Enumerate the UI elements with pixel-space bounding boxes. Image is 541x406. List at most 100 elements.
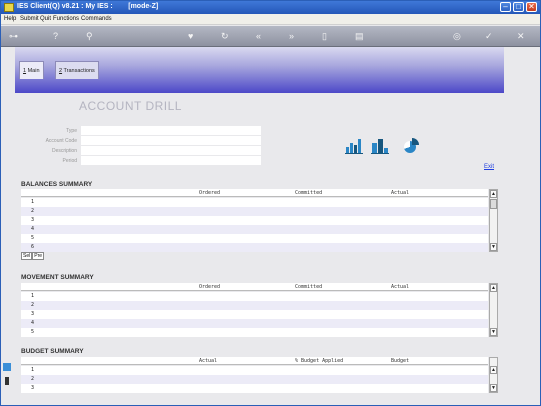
exit-link[interactable]: Exit	[484, 164, 494, 170]
balances-vertical-scrollbar[interactable]: ▲ ▼	[489, 189, 498, 252]
table-row[interactable]: 2	[21, 207, 488, 216]
scroll-down-icon[interactable]: ▼	[490, 328, 497, 336]
table-row[interactable]: 4	[21, 225, 488, 234]
table-row[interactable]: 1	[21, 292, 488, 301]
title-bar: IES Client(Q) v8.21 : My IES : [mode-Z] …	[1, 1, 540, 14]
column-actual: Actual	[391, 190, 410, 196]
table-row[interactable]: 6	[21, 243, 488, 252]
table-row[interactable]: 1	[21, 366, 488, 375]
movement-grid-header: Ordered Committed Actual	[21, 283, 488, 291]
app-window: IES Client(Q) v8.21 : My IES : [mode-Z] …	[0, 0, 541, 406]
minimize-button[interactable]: –	[500, 2, 511, 12]
window-title: IES Client(Q) v8.21 : My IES : [mode-Z]	[17, 3, 159, 10]
row-number: 4	[31, 320, 35, 326]
scroll-down-icon[interactable]: ▼	[490, 384, 497, 392]
period-field[interactable]	[81, 156, 261, 165]
budget-grid-header: Actual % Budget Applied Budget	[21, 357, 488, 365]
budget-summary-title: BUDGET SUMMARY	[21, 348, 84, 355]
table-row[interactable]: 5	[21, 328, 488, 337]
menu-quit[interactable]: Quit	[40, 16, 51, 22]
row-number: 5	[31, 235, 35, 241]
scroll-thumb[interactable]	[490, 199, 497, 209]
tab-main-label: Main	[26, 68, 40, 74]
row-number: 1	[31, 199, 35, 205]
status-indicator-icon	[3, 363, 11, 371]
key-icon[interactable]: ⊶	[9, 31, 18, 41]
row-number: 3	[31, 311, 35, 317]
account-code-label: Account Code	[45, 138, 77, 144]
menu-functions[interactable]: Functions	[53, 16, 79, 22]
back-icon[interactable]: «	[256, 31, 261, 41]
column-budget: Budget	[391, 358, 410, 364]
list-icon[interactable]: ▤	[355, 31, 364, 41]
column-committed: Committed	[295, 190, 323, 196]
column-ordered: Ordered	[199, 190, 221, 196]
table-row[interactable]: 4	[21, 319, 488, 328]
tab-main[interactable]: 1 Main	[19, 61, 44, 79]
page-title: ACCOUNT DRILL	[79, 99, 182, 113]
column-ordered: Ordered	[199, 284, 221, 290]
refresh-icon[interactable]: ↻	[221, 31, 229, 41]
confirm-icon[interactable]: ✓	[485, 31, 493, 41]
budget-vertical-scrollbar[interactable]: ▲ ▼	[489, 357, 498, 393]
menu-help[interactable]: Help	[4, 16, 16, 22]
bar-chart-icon[interactable]	[345, 138, 363, 154]
scroll-down-icon[interactable]: ▼	[490, 243, 497, 251]
column-chart-icon[interactable]	[371, 138, 389, 154]
scroll-up-icon[interactable]: ▲	[490, 366, 497, 374]
column-committed: Committed	[295, 284, 323, 290]
toolbar: ⊶ ? ⚲ ♥ ↻ « » ▯ ▤ ◎ ✓ ✕	[1, 26, 540, 47]
close-button[interactable]: ✕	[526, 2, 537, 12]
row-number: 1	[31, 293, 35, 299]
column-actual: Actual	[391, 284, 410, 290]
search-icon[interactable]: ⚲	[86, 31, 93, 41]
forward-icon[interactable]: »	[289, 31, 294, 41]
table-row[interactable]: 2	[21, 301, 488, 310]
description-field[interactable]	[81, 146, 261, 155]
row-number: 2	[31, 208, 35, 214]
table-row[interactable]: 2	[21, 375, 488, 384]
main-content: ACCOUNT DRILL Type Account Code Descript…	[15, 93, 504, 403]
column-actual: Actual	[199, 358, 218, 364]
table-row[interactable]: 1	[21, 198, 488, 207]
favorite-icon[interactable]: ♥	[188, 31, 193, 41]
movement-summary-title: MOVEMENT SUMMARY	[21, 274, 94, 281]
row-number: 2	[31, 302, 35, 308]
maximize-button[interactable]: □	[513, 2, 524, 12]
table-row[interactable]: 3	[21, 216, 488, 225]
cancel-icon[interactable]: ✕	[517, 31, 525, 41]
menu-bar: Help Submit Quit Functions Commands	[1, 14, 540, 25]
row-number: 4	[31, 226, 35, 232]
description-label: Description	[51, 148, 77, 154]
table-row[interactable]: 3	[21, 384, 488, 393]
pie-chart-icon[interactable]	[403, 137, 421, 155]
row-number: 3	[31, 385, 35, 391]
help-icon[interactable]: ?	[53, 31, 58, 41]
tab-transactions-label: Transactions	[62, 68, 95, 74]
grip-icon	[5, 377, 9, 385]
balances-grid: Ordered Committed Actual 1 2 3 4 5 6 ▲ ▼…	[21, 189, 498, 261]
table-row[interactable]: 5	[21, 234, 488, 243]
row-number: 3	[31, 217, 35, 223]
budget-grid: Actual % Budget Applied Budget 1 2 3 ▲ ▼	[21, 357, 498, 393]
tab-transactions[interactable]: 2 Transactions	[55, 61, 99, 79]
globe-icon[interactable]: ◎	[453, 31, 461, 41]
scroll-up-icon[interactable]: ▲	[490, 284, 497, 292]
type-field[interactable]	[81, 126, 261, 135]
movement-grid: Ordered Committed Actual 1 2 3 4 5 ▲ ▼	[21, 283, 498, 337]
movement-vertical-scrollbar[interactable]: ▲ ▼	[489, 283, 498, 337]
balances-summary-title: BALANCES SUMMARY	[21, 181, 93, 188]
table-row[interactable]: 3	[21, 310, 488, 319]
scroll-up-icon[interactable]: ▲	[490, 190, 497, 198]
row-number: 2	[31, 376, 35, 382]
app-logo-icon	[4, 3, 14, 12]
previous-button[interactable]: Pre	[32, 252, 45, 260]
balances-grid-header: Ordered Committed Actual	[21, 189, 488, 197]
select-button[interactable]: Sel	[21, 252, 33, 260]
row-number: 5	[31, 329, 35, 335]
clipboard-icon[interactable]: ▯	[322, 31, 327, 41]
menu-commands[interactable]: Commands	[81, 16, 112, 22]
row-number: 6	[31, 244, 35, 250]
menu-submit[interactable]: Submit	[20, 16, 39, 22]
account-code-field[interactable]	[81, 136, 261, 145]
